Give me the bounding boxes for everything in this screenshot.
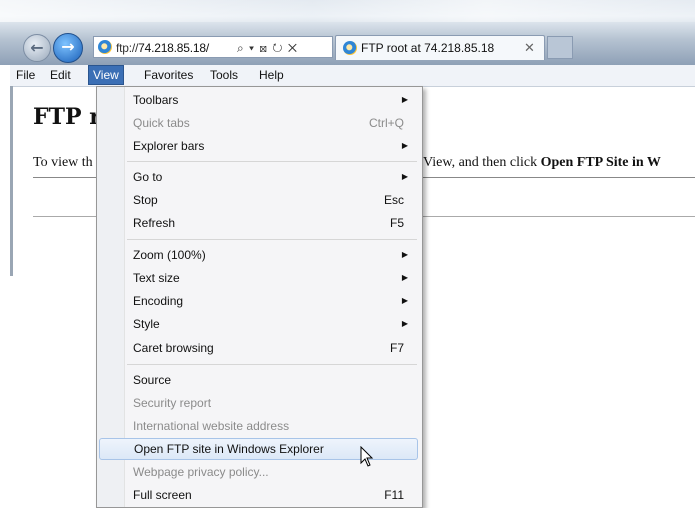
menu-item-label: Zoom (100%) bbox=[133, 248, 206, 262]
menu-help[interactable]: Help bbox=[255, 65, 288, 85]
submenu-arrow-icon: ▶ bbox=[401, 250, 408, 259]
instruction-bold: Open FTP Site in W bbox=[540, 155, 661, 170]
back-button[interactable]: ← bbox=[23, 34, 51, 62]
menu-item-shortcut: F5 bbox=[389, 216, 404, 230]
menu-item-text-size[interactable]: Text size ▶ bbox=[99, 267, 418, 289]
menu-item-zoom[interactable]: Zoom (100%) ▶ bbox=[99, 244, 418, 266]
mouse-pointer-icon bbox=[360, 446, 374, 467]
submenu-arrow-icon: ▶ bbox=[401, 319, 408, 328]
address-scheme: ftp:// bbox=[116, 41, 139, 55]
menu-item-toolbars[interactable]: Toolbars ▶ bbox=[99, 89, 418, 111]
page-instruction-left: To view th bbox=[33, 155, 93, 170]
menu-item-label: Webpage privacy policy... bbox=[133, 465, 269, 479]
menu-item-label: Full screen bbox=[133, 488, 192, 502]
menu-item-label: Text size bbox=[133, 271, 180, 285]
menu-item-label: Caret browsing bbox=[133, 341, 214, 355]
address-bar[interactable]: ftp://74.218.85.18/ ⌕ ▾ ⊠ ↻ ✕ bbox=[93, 36, 333, 58]
menu-item-label: Source bbox=[133, 373, 172, 387]
address-text[interactable]: ftp://74.218.85.18/ bbox=[116, 37, 209, 59]
submenu-arrow-icon: ▶ bbox=[401, 141, 408, 150]
menu-item-label: Style bbox=[133, 317, 160, 331]
menu-item-style[interactable]: Style ▶ bbox=[99, 313, 418, 335]
forward-button[interactable]: → bbox=[53, 33, 83, 63]
address-host: 74.218.85.18/ bbox=[138, 41, 209, 55]
menu-item-label: International website address bbox=[133, 419, 290, 433]
menu-item-shortcut: Ctrl+Q bbox=[368, 116, 404, 130]
menu-separator bbox=[127, 239, 417, 240]
menu-item-go-to[interactable]: Go to ▶ bbox=[99, 166, 418, 188]
new-tab-button[interactable] bbox=[547, 36, 573, 59]
address-tool-icons[interactable]: ⌕ ▾ ⊠ ↻ ✕ bbox=[237, 37, 298, 59]
menu-item-quick-tabs: Quick tabs Ctrl+Q bbox=[99, 112, 418, 134]
menu-item-international-address: International website address bbox=[99, 415, 418, 437]
browser-tab[interactable]: FTP root at 74.218.85.18 ✕ bbox=[335, 35, 545, 60]
menu-item-label: Go to bbox=[133, 170, 163, 184]
submenu-arrow-icon: ▶ bbox=[401, 95, 408, 104]
menu-item-stop[interactable]: Stop Esc bbox=[99, 189, 418, 211]
menu-item-explorer-bars[interactable]: Explorer bars ▶ bbox=[99, 135, 418, 157]
tab-close-icon[interactable]: ✕ bbox=[524, 36, 535, 60]
menu-item-label: Refresh bbox=[133, 216, 176, 230]
menu-item-caret-browsing[interactable]: Caret browsing F7 bbox=[99, 337, 418, 359]
menu-favorites[interactable]: Favorites bbox=[140, 65, 197, 85]
view-menu-dropdown: Toolbars ▶ Quick tabs Ctrl+Q Explorer bars… bbox=[96, 86, 423, 508]
page-title: FTP r bbox=[33, 104, 101, 130]
forward-arrow-icon: → bbox=[61, 37, 75, 56]
menu-separator bbox=[127, 364, 417, 365]
menu-item-full-screen[interactable]: Full screen F11 bbox=[99, 484, 418, 506]
window-left-border bbox=[10, 86, 13, 276]
submenu-arrow-icon: ▶ bbox=[401, 172, 408, 181]
menu-item-label: Open FTP site in Windows Explorer bbox=[134, 442, 324, 456]
ie-page-icon bbox=[98, 40, 112, 54]
back-arrow-icon: ← bbox=[30, 38, 44, 57]
tab-ie-icon bbox=[343, 41, 357, 55]
menu-item-label: Explorer bars bbox=[133, 139, 205, 153]
menu-item-shortcut: F7 bbox=[389, 341, 404, 355]
menu-item-label: Security report bbox=[133, 396, 212, 410]
tab-title: FTP root at 74.218.85.18 bbox=[361, 41, 495, 55]
submenu-arrow-icon: ▶ bbox=[401, 273, 408, 282]
page-instruction-right: View, and then click Open FTP Site in W bbox=[423, 155, 661, 171]
menu-edit[interactable]: Edit bbox=[46, 65, 75, 85]
menu-item-label: Quick tabs bbox=[133, 116, 190, 130]
menu-item-shortcut: F11 bbox=[384, 488, 404, 502]
menu-bar: File Edit View Favorites Tools Help bbox=[10, 65, 695, 87]
instruction-text: View, and then click bbox=[423, 155, 541, 170]
menu-separator bbox=[127, 161, 417, 162]
menu-item-refresh[interactable]: Refresh F5 bbox=[99, 212, 418, 234]
menu-tools[interactable]: Tools bbox=[206, 65, 242, 85]
menu-item-label: Stop bbox=[133, 193, 158, 207]
menu-item-encoding[interactable]: Encoding ▶ bbox=[99, 290, 418, 312]
menu-view[interactable]: View bbox=[88, 65, 124, 85]
menu-item-label: Encoding bbox=[133, 294, 184, 308]
submenu-arrow-icon: ▶ bbox=[401, 296, 408, 305]
menu-item-shortcut: Esc bbox=[383, 193, 404, 207]
menu-item-label: Toolbars bbox=[133, 93, 179, 107]
menu-item-source[interactable]: Source bbox=[99, 369, 418, 391]
menu-item-security-report: Security report bbox=[99, 392, 418, 414]
menu-file[interactable]: File bbox=[12, 65, 39, 85]
